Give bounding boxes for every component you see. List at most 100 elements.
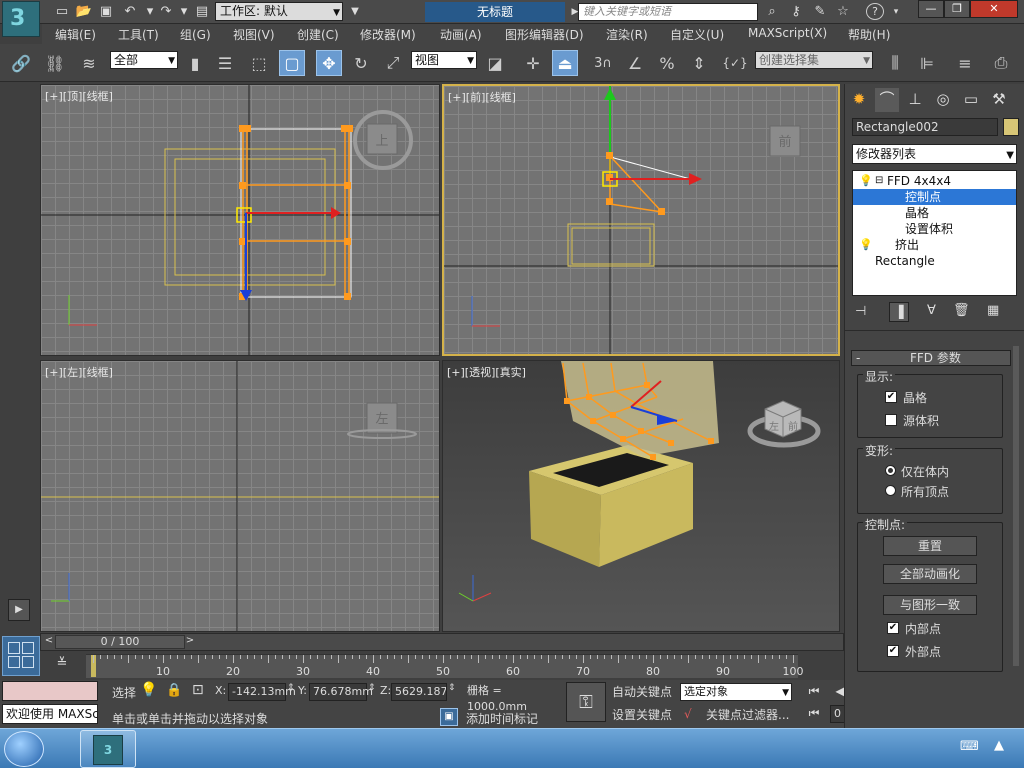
- add-time-tag-button[interactable]: 添加时间标记: [466, 710, 538, 727]
- remove-modifier-icon[interactable]: 🗑: [953, 303, 970, 318]
- modifier-list-dropdown[interactable]: 修改器列表 ▼: [852, 144, 1017, 164]
- link-icon[interactable]: 🔗: [8, 50, 34, 76]
- menu-customize[interactable]: 自定义(U): [670, 26, 724, 43]
- stack-item-lattice[interactable]: 晶格: [853, 205, 1016, 221]
- spinner-snap-icon[interactable]: ⇕: [686, 50, 712, 76]
- pivot-center-icon[interactable]: ◪: [482, 50, 508, 76]
- make-unique-icon[interactable]: ∀: [927, 303, 936, 318]
- time-slider[interactable]: < 0 / 100 >: [40, 633, 844, 651]
- menu-views[interactable]: 视图(V): [233, 26, 275, 43]
- configure-modifier-sets-icon[interactable]: ▦: [987, 303, 999, 318]
- y-coord-field[interactable]: 76.678mm: [309, 683, 373, 701]
- stack-item-set-volume[interactable]: 设置体积: [853, 221, 1016, 237]
- key-icon[interactable]: ⚷: [786, 3, 806, 20]
- lightbulb-icon[interactable]: 💡: [859, 237, 873, 253]
- app-logo-menu-button[interactable]: 3: [2, 1, 40, 37]
- chevron-right-icon[interactable]: >: [183, 635, 197, 649]
- track-bar-icon[interactable]: ≚: [50, 656, 74, 676]
- hierarchy-tab-icon[interactable]: ⊥: [903, 88, 927, 112]
- window-crossing-icon[interactable]: ▢: [279, 50, 305, 76]
- all-vertices-radio[interactable]: [885, 485, 896, 496]
- menu-animation[interactable]: 动画(A): [440, 26, 482, 43]
- x-coord-field[interactable]: -142.13mm: [228, 683, 296, 701]
- viewport-front[interactable]: 前 [+][前][线框]: [442, 84, 840, 356]
- menu-graph-editors[interactable]: 图形编辑器(D): [505, 26, 584, 43]
- select-manipulate-icon[interactable]: ✛: [520, 50, 546, 76]
- stack-item-extrude[interactable]: 💡 挤出: [853, 237, 1016, 253]
- open-file-icon[interactable]: 📂: [74, 3, 94, 20]
- viewport-label[interactable]: [+][左][线框]: [45, 364, 113, 380]
- key-mode-dropdown[interactable]: 选定对象 ▼: [680, 683, 792, 701]
- angle-snap-icon[interactable]: ∠: [622, 50, 648, 76]
- viewport-label[interactable]: [+][前][线框]: [448, 89, 516, 105]
- lightbulb-icon[interactable]: 💡: [859, 173, 873, 189]
- menu-create[interactable]: 创建(C): [297, 26, 339, 43]
- close-button[interactable]: ✕: [970, 0, 1018, 18]
- create-tab-icon[interactable]: ✹: [847, 88, 871, 112]
- conform-to-shape-button[interactable]: 与图形一致: [883, 595, 977, 615]
- menu-group[interactable]: 组(G): [180, 26, 211, 43]
- absolute-mode-icon[interactable]: ⊡: [192, 682, 204, 698]
- binoculars-icon[interactable]: ⌕: [762, 3, 782, 20]
- outside-points-checkbox[interactable]: ✔: [887, 645, 899, 657]
- rectangular-selection-icon[interactable]: ⬚: [246, 50, 272, 76]
- redo-dropdown-icon[interactable]: ▾: [174, 3, 194, 20]
- collapse-icon[interactable]: ⊟: [875, 173, 883, 189]
- search-input[interactable]: 键入关键字或短语: [578, 3, 758, 21]
- select-and-move-icon[interactable]: ✥: [316, 50, 342, 76]
- stack-item-rectangle[interactable]: Rectangle: [853, 253, 1016, 269]
- layer-manager-icon[interactable]: ≡: [952, 50, 978, 76]
- bind-space-warp-icon[interactable]: ≋: [76, 50, 102, 76]
- favorites-star-icon[interactable]: ☆: [833, 3, 853, 20]
- source-volume-checkbox[interactable]: [885, 414, 897, 426]
- maximize-button[interactable]: ❐: [944, 0, 970, 18]
- utilities-tab-icon[interactable]: ⚒: [987, 88, 1011, 112]
- workspace-dropdown[interactable]: 工作区: 默认 ▼: [215, 2, 343, 21]
- set-key-button[interactable]: 设置关键点: [612, 705, 672, 725]
- percent-snap-icon[interactable]: %: [654, 50, 680, 76]
- save-icon[interactable]: ▣: [96, 3, 116, 20]
- reset-button[interactable]: 重置: [883, 536, 977, 556]
- viewport-top[interactable]: 上 [+][顶][线框]: [40, 84, 440, 356]
- taskbar-3dsmax-button[interactable]: 3: [80, 730, 136, 768]
- minimize-button[interactable]: —: [918, 0, 944, 18]
- animate-all-button[interactable]: 全部动画化: [883, 564, 977, 584]
- align-icon[interactable]: ⊫: [914, 50, 940, 76]
- viewport-label[interactable]: [+][透视][真实]: [447, 364, 526, 380]
- undo-icon[interactable]: ↶: [120, 3, 140, 20]
- menu-tools[interactable]: 工具(T): [118, 26, 159, 43]
- ffd-parameters-rollout-header[interactable]: - FFD 参数: [851, 350, 1011, 366]
- set-key-icon[interactable]: ⚿: [566, 682, 606, 722]
- pin-stack-icon[interactable]: ⊣: [855, 304, 866, 319]
- start-button[interactable]: [4, 731, 44, 767]
- menu-maxscript[interactable]: MAXScript(X): [748, 26, 827, 40]
- edit-named-selection-icon[interactable]: {✓}: [722, 50, 748, 76]
- select-object-icon[interactable]: ▮: [182, 50, 208, 76]
- z-coord-field[interactable]: 5629.187m: [391, 683, 447, 701]
- new-file-icon[interactable]: ▭: [52, 3, 72, 20]
- isolate-selection-icon[interactable]: 💡: [140, 682, 157, 698]
- menu-rendering[interactable]: 渲染(R): [606, 26, 648, 43]
- object-name-field[interactable]: Rectangle002: [852, 118, 998, 136]
- maxscript-mini-listener[interactable]: 欢迎使用 MAXSc: [2, 704, 98, 724]
- select-and-rotate-icon[interactable]: ↻: [348, 50, 374, 76]
- chevron-left-icon[interactable]: <: [42, 635, 56, 649]
- modify-tab-icon[interactable]: ⌒: [875, 88, 899, 112]
- modifier-stack[interactable]: 💡 ⊟ FFD 4x4x4 控制点 晶格 设置体积 💡 挤出 Rectangle: [852, 170, 1017, 296]
- select-and-scale-icon[interactable]: ⤢: [380, 50, 406, 76]
- spinner-icon[interactable]: ⇕: [448, 683, 456, 693]
- lock-icon[interactable]: 🔒: [166, 683, 182, 698]
- stack-item-ffd[interactable]: 💡 ⊟ FFD 4x4x4: [853, 173, 1016, 189]
- time-slider-knob[interactable]: 0 / 100: [55, 635, 185, 649]
- spinner-icon[interactable]: ⇕: [368, 683, 376, 693]
- chevron-down-icon[interactable]: ▾: [886, 3, 906, 20]
- mirror-icon[interactable]: ⫼: [882, 50, 908, 76]
- maxscript-mini-listener-top[interactable]: [2, 681, 98, 701]
- panel-scrollbar[interactable]: [1013, 346, 1019, 666]
- motion-tab-icon[interactable]: ◎: [931, 88, 955, 112]
- named-selection-set-dropdown[interactable]: 创建选择集 ▼: [755, 51, 873, 69]
- menu-edit[interactable]: 编辑(E): [55, 26, 96, 43]
- render-setup-icon[interactable]: ⎙: [988, 50, 1014, 76]
- track-bar[interactable]: 10 20 30 40 50 60 70 80 90 100: [86, 654, 804, 678]
- time-tag-icon[interactable]: ▣: [440, 708, 458, 726]
